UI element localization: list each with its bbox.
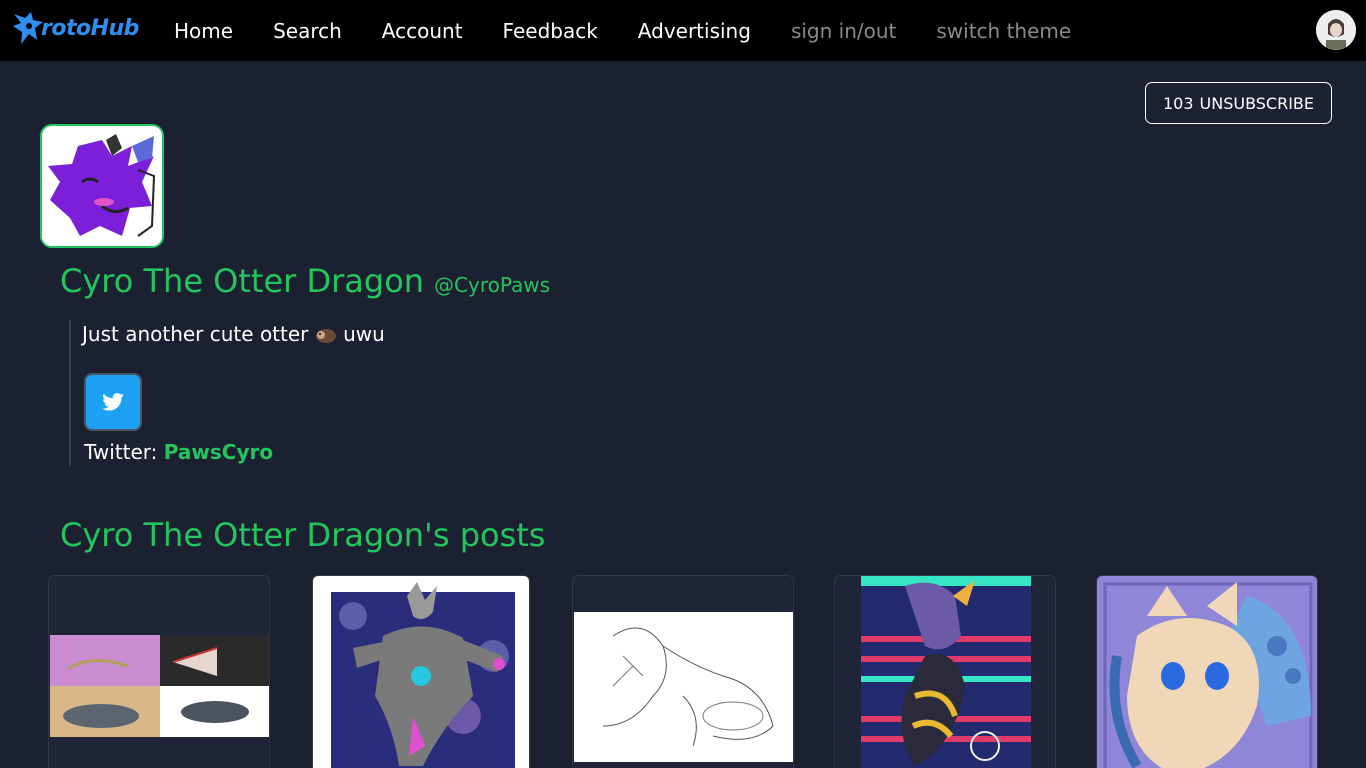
unsubscribe-button[interactable]: 103 UNSUBSCRIBE: [1145, 82, 1332, 124]
post-thumbnail: [1097, 576, 1317, 768]
nav-sign-in-out[interactable]: sign in/out: [771, 19, 916, 43]
twitter-icon: [102, 393, 124, 411]
nav-feedback[interactable]: Feedback: [483, 19, 618, 43]
top-navbar: rotoHub Home Search Account Feedback Adv…: [0, 0, 1366, 61]
profile-header: Cyro The Otter Dragon @CyroPaws: [60, 262, 550, 300]
post-card[interactable]: [572, 575, 794, 768]
post-card[interactable]: [48, 575, 270, 768]
post-card[interactable]: [834, 575, 1056, 768]
bio-text-end: uwu: [343, 322, 385, 346]
twitter-button[interactable]: [84, 373, 142, 431]
nav-search[interactable]: Search: [253, 19, 362, 43]
post-thumbnail: [313, 576, 529, 768]
posts-section-title: Cyro The Otter Dragon's posts: [60, 516, 546, 554]
user-avatar[interactable]: [1316, 10, 1356, 50]
nav-advertising[interactable]: Advertising: [618, 19, 771, 43]
twitter-handle-link[interactable]: PawsCyro: [164, 440, 273, 464]
nav-switch-theme[interactable]: switch theme: [916, 19, 1091, 43]
nav-account[interactable]: Account: [362, 19, 483, 43]
username-handle[interactable]: @CyroPaws: [434, 273, 550, 297]
user-avatar-icon: [1316, 10, 1356, 50]
nav-links: Home Search Account Feedback Advertising…: [154, 0, 1091, 61]
post-thumbnail: [835, 576, 1055, 768]
post-card[interactable]: [1096, 575, 1318, 768]
bio-block: Just another cute otter uwu Twitter: Paw…: [69, 320, 569, 466]
bio-text: Just another cute otter uwu: [82, 322, 569, 346]
profile-picture: [40, 124, 164, 248]
dragon-avatar-image: [42, 126, 162, 246]
nav-home[interactable]: Home: [154, 19, 253, 43]
site-logo[interactable]: rotoHub: [11, 10, 139, 50]
post-card[interactable]: [312, 575, 530, 768]
twitter-info: Twitter: PawsCyro: [84, 440, 273, 464]
twitter-label: Twitter:: [84, 440, 158, 464]
post-thumbnail: [573, 576, 793, 768]
logo-text: rotoHub: [41, 16, 139, 41]
unsubscribe-label: UNSUBSCRIBE: [1199, 93, 1315, 113]
otter-emoji-icon: [315, 329, 336, 343]
subscriber-count: 103: [1162, 93, 1194, 113]
display-name: Cyro The Otter Dragon: [60, 262, 425, 300]
bio-text-start: Just another cute otter: [82, 322, 309, 346]
post-thumbnail: [49, 576, 269, 768]
